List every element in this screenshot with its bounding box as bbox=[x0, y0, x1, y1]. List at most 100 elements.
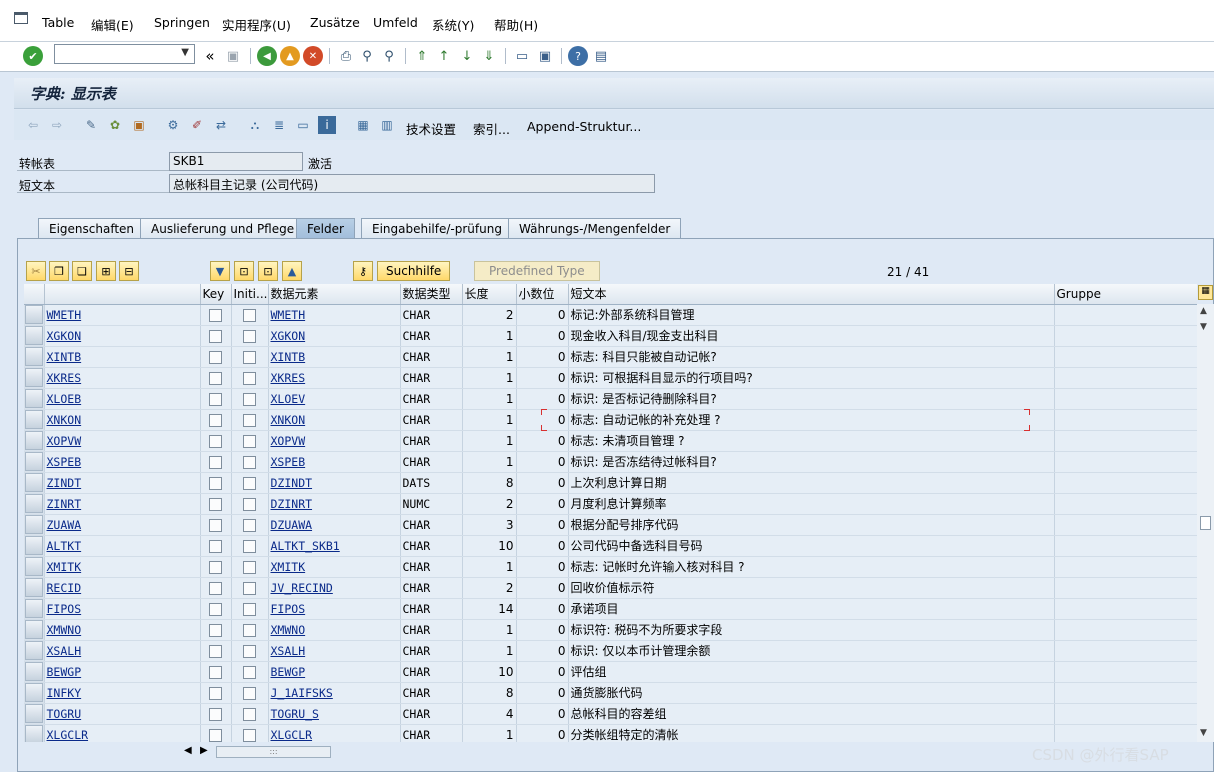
row-selector[interactable] bbox=[24, 514, 45, 536]
chevron-down-icon[interactable]: ▼ bbox=[181, 47, 189, 58]
checkbox[interactable] bbox=[243, 413, 256, 427]
row-selector[interactable] bbox=[24, 577, 45, 599]
find-icon[interactable]: ⚲ bbox=[357, 46, 377, 66]
copy-icon[interactable]: ❐ bbox=[49, 261, 69, 281]
checkbox[interactable] bbox=[243, 371, 256, 385]
field-name-cell[interactable]: XMITK bbox=[44, 556, 201, 578]
row-selector[interactable] bbox=[24, 367, 45, 389]
system-menu-icon[interactable] bbox=[14, 12, 28, 24]
initial-checkbox[interactable] bbox=[231, 577, 269, 599]
data-element-cell[interactable]: FIPOS bbox=[268, 598, 401, 620]
column-header-short-text[interactable]: 短文本 bbox=[568, 284, 1055, 305]
initial-checkbox[interactable] bbox=[231, 556, 269, 578]
save-icon[interactable]: ▣ bbox=[223, 46, 243, 66]
checkbox[interactable] bbox=[243, 728, 256, 742]
checkbox[interactable] bbox=[243, 476, 256, 490]
checkbox[interactable] bbox=[243, 686, 256, 700]
append-structure-button[interactable]: Append-Struktur... bbox=[527, 119, 641, 134]
menu-help[interactable]: 帮助(H) bbox=[494, 15, 538, 34]
row-selector[interactable] bbox=[24, 598, 45, 620]
enter-check-icon[interactable]: ✔ bbox=[23, 46, 43, 66]
table-row[interactable]: RECID JV_RECIND CHAR 2 0 回收价值标示符 bbox=[24, 577, 1197, 599]
tab-fields[interactable]: Felder bbox=[296, 218, 355, 238]
field-name-cell[interactable]: XSALH bbox=[44, 640, 201, 662]
next-page-icon[interactable]: ↓ bbox=[457, 46, 477, 66]
checkbox[interactable] bbox=[209, 455, 222, 469]
initial-checkbox[interactable] bbox=[231, 346, 269, 368]
new-session-icon[interactable]: ▭ bbox=[512, 46, 532, 66]
column-header-field[interactable] bbox=[44, 284, 201, 305]
cancel-icon[interactable]: ✕ bbox=[303, 46, 323, 66]
scroll-right-icon[interactable]: ▶ bbox=[200, 745, 208, 756]
checkbox[interactable] bbox=[243, 560, 256, 574]
initial-checkbox[interactable] bbox=[231, 661, 269, 683]
checkbox[interactable] bbox=[209, 686, 222, 700]
table-row[interactable]: ALTKT ALTKT_SKB1 CHAR 10 0 公司代码中备选科目号码 bbox=[24, 535, 1197, 557]
checkbox[interactable] bbox=[209, 308, 222, 322]
find-next-icon[interactable]: ⚲ bbox=[379, 46, 399, 66]
table-row[interactable]: ZUAWA DZUAWA CHAR 3 0 根据分配号排序代码 bbox=[24, 514, 1197, 536]
initial-checkbox[interactable] bbox=[231, 682, 269, 704]
key-checkbox[interactable] bbox=[200, 304, 232, 326]
row-selector[interactable] bbox=[24, 724, 45, 742]
table-row[interactable]: XSPEB XSPEB CHAR 1 0 标识: 是否冻结待过帐科目? bbox=[24, 451, 1197, 473]
data-element-cell[interactable]: XKRES bbox=[268, 367, 401, 389]
initial-checkbox[interactable] bbox=[231, 703, 269, 725]
check-icon[interactable]: ▣ bbox=[130, 116, 148, 134]
key-checkbox[interactable] bbox=[200, 514, 232, 536]
field-name-cell[interactable]: ZINDT bbox=[44, 472, 201, 494]
key-checkbox[interactable] bbox=[200, 367, 232, 389]
first-page-icon[interactable]: ⇑ bbox=[412, 46, 432, 66]
key-checkbox[interactable] bbox=[200, 598, 232, 620]
checkbox[interactable] bbox=[209, 581, 222, 595]
data-element-cell[interactable]: XINTB bbox=[268, 346, 401, 368]
checkbox[interactable] bbox=[209, 707, 222, 721]
checkbox[interactable] bbox=[209, 350, 222, 364]
insert-icon[interactable]: ⊡ bbox=[234, 261, 254, 281]
key-checkbox[interactable] bbox=[200, 535, 232, 557]
table-row[interactable]: XMWNO XMWNO CHAR 1 0 标识符: 税码不为所要求字段 bbox=[24, 619, 1197, 641]
checkbox[interactable] bbox=[243, 707, 256, 721]
activate-icon[interactable]: ⚙ bbox=[164, 116, 182, 134]
initial-checkbox[interactable] bbox=[231, 514, 269, 536]
checkbox[interactable] bbox=[243, 581, 256, 595]
scroll-down-icon[interactable]: ▼ bbox=[1200, 322, 1207, 332]
initial-checkbox[interactable] bbox=[231, 304, 269, 326]
search-help-button[interactable]: Suchhilfe bbox=[377, 261, 451, 281]
initial-checkbox[interactable] bbox=[231, 325, 269, 347]
key-checkbox[interactable] bbox=[200, 724, 232, 742]
initial-checkbox[interactable] bbox=[231, 493, 269, 515]
checkbox[interactable] bbox=[243, 308, 256, 322]
layout-menu-icon[interactable]: ▤ bbox=[591, 46, 611, 66]
data-element-cell[interactable]: TOGRU_S bbox=[268, 703, 401, 725]
checkbox[interactable] bbox=[209, 497, 222, 511]
menu-extras[interactable]: Zusätze bbox=[310, 15, 360, 30]
short-text-field[interactable]: 总帐科目主记录 (公司代码) bbox=[169, 174, 655, 193]
data-element-cell[interactable]: J_1AIFSKS bbox=[268, 682, 401, 704]
initial-checkbox[interactable] bbox=[231, 472, 269, 494]
column-header-decimals[interactable]: 小数位 bbox=[516, 284, 569, 305]
data-element-cell[interactable]: XSALH bbox=[268, 640, 401, 662]
table-row[interactable]: BEWGP BEWGP CHAR 10 0 评估组 bbox=[24, 661, 1197, 683]
checkbox[interactable] bbox=[209, 602, 222, 616]
table-row[interactable]: ZINDT DZINDT DATS 8 0 上次利息计算日期 bbox=[24, 472, 1197, 494]
row-selector[interactable] bbox=[24, 535, 45, 557]
field-name-cell[interactable]: RECID bbox=[44, 577, 201, 599]
print-icon[interactable]: ⎙ bbox=[336, 46, 356, 66]
row-selector[interactable] bbox=[24, 304, 45, 326]
command-field[interactable]: ▼ bbox=[54, 44, 195, 64]
table-name-field[interactable]: SKB1 bbox=[169, 152, 303, 171]
initial-checkbox[interactable] bbox=[231, 409, 269, 431]
display-change-icon[interactable]: ✎ bbox=[82, 116, 100, 134]
vertical-scrollbar[interactable]: ▲ ▼ ▼ bbox=[1197, 304, 1214, 742]
initial-checkbox[interactable] bbox=[231, 598, 269, 620]
table-row[interactable]: XLOEB XLOEV CHAR 1 0 标识: 是否标记待删除科目? bbox=[24, 388, 1197, 410]
column-header-key[interactable]: Key bbox=[200, 284, 232, 305]
data-element-cell[interactable]: JV_RECIND bbox=[268, 577, 401, 599]
checkbox[interactable] bbox=[243, 665, 256, 679]
help-icon[interactable]: ? bbox=[568, 46, 588, 66]
menu-table[interactable]: Table bbox=[42, 15, 74, 30]
predefined-type-button[interactable]: Predefined Type bbox=[474, 261, 600, 281]
field-name-cell[interactable]: XLGCLR bbox=[44, 724, 201, 742]
initial-checkbox[interactable] bbox=[231, 640, 269, 662]
